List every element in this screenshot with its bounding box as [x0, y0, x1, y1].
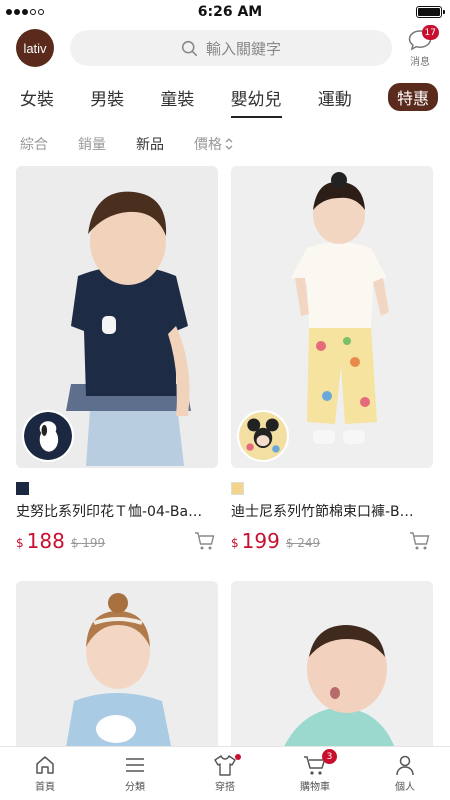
- nav-outfits[interactable]: 穿搭: [195, 754, 255, 793]
- product-card[interactable]: [231, 581, 433, 771]
- sale-price: 188: [26, 529, 65, 553]
- currency-symbol: $: [231, 536, 239, 550]
- nav-profile-label: 個人: [395, 782, 415, 793]
- add-to-cart-icon[interactable]: [194, 531, 216, 551]
- color-swatch[interactable]: [231, 482, 244, 495]
- product-image[interactable]: [231, 166, 433, 468]
- nav-cart[interactable]: 3 購物車: [285, 749, 345, 793]
- user-icon: [396, 755, 414, 776]
- product-image[interactable]: [231, 581, 433, 771]
- app-header: lativ 輸入關鍵字 17 消息: [0, 24, 450, 72]
- original-price: $ 249: [285, 536, 321, 550]
- status-time: 6:26 AM: [197, 4, 263, 20]
- nav-outfits-label: 穿搭: [215, 782, 235, 793]
- tab-men[interactable]: 男裝: [90, 79, 124, 116]
- add-to-cart-icon[interactable]: [409, 531, 431, 551]
- minnie-character-badge: [237, 410, 289, 462]
- baby-in-teal-tee-image: [231, 581, 433, 771]
- sort-arrows-icon: [225, 138, 233, 150]
- product-card[interactable]: [16, 581, 218, 771]
- sort-comprehensive[interactable]: 綜合: [20, 134, 48, 154]
- tab-baby[interactable]: 嬰幼兒: [230, 79, 282, 118]
- tab-sports[interactable]: 運動: [318, 79, 352, 116]
- currency-symbol: $: [16, 536, 24, 550]
- tab-sale[interactable]: 特惠: [387, 83, 438, 111]
- brand-logo[interactable]: lativ: [16, 29, 54, 67]
- shirt-icon: [214, 755, 236, 776]
- sale-price: 199: [241, 529, 280, 553]
- nav-cart-label: 購物車: [300, 782, 330, 793]
- battery-icon: [416, 6, 445, 18]
- product-grid: 史努比系列印花Ｔ恤-04-Ba… $ 188 $ 199 迪士尼系列竹節棉束口褲…: [0, 166, 450, 771]
- cart-count-badge: 3: [322, 749, 337, 764]
- category-tabs: 女裝 男裝 童裝 嬰幼兒 運動 特惠: [0, 72, 450, 122]
- snoopy-character-badge: [22, 410, 74, 462]
- bottom-nav: 首頁 分類 穿搭 3 購物車 個人: [0, 746, 450, 800]
- menu-icon: [126, 758, 144, 772]
- home-icon: [36, 756, 54, 774]
- nav-home-label: 首頁: [35, 782, 55, 793]
- message-count-badge: 17: [421, 25, 439, 40]
- product-card[interactable]: 迪士尼系列竹節棉束口褲-B… $ 199 $ 249: [231, 166, 433, 553]
- product-image[interactable]: [16, 166, 218, 468]
- tab-kids[interactable]: 童裝: [160, 79, 194, 116]
- new-indicator-dot: [235, 754, 241, 760]
- sort-bar: 綜合 銷量 新品 價格: [0, 122, 450, 166]
- status-bar: 6:26 AM: [0, 0, 450, 24]
- price-row: $ 188 $ 199: [16, 529, 218, 553]
- nav-categories[interactable]: 分類: [105, 754, 165, 793]
- product-name[interactable]: 迪士尼系列竹節棉束口褲-B…: [231, 501, 433, 521]
- search-icon: [181, 40, 198, 56]
- product-card[interactable]: 史努比系列印花Ｔ恤-04-Ba… $ 188 $ 199: [16, 166, 218, 553]
- search-bar[interactable]: 輸入關鍵字: [70, 30, 392, 66]
- sort-new[interactable]: 新品: [136, 134, 164, 154]
- nav-home[interactable]: 首頁: [15, 754, 75, 793]
- product-name[interactable]: 史努比系列印花Ｔ恤-04-Ba…: [16, 501, 218, 521]
- tab-women[interactable]: 女裝: [20, 79, 54, 116]
- search-placeholder: 輸入關鍵字: [205, 39, 281, 58]
- original-price: $ 199: [70, 536, 106, 550]
- messages-label: 消息: [410, 57, 430, 68]
- price-row: $ 199 $ 249: [231, 529, 433, 553]
- color-swatch[interactable]: [16, 482, 29, 495]
- sort-sales[interactable]: 銷量: [78, 134, 106, 154]
- signal-icon: [6, 9, 44, 15]
- sort-price[interactable]: 價格: [194, 134, 234, 154]
- nav-profile[interactable]: 個人: [375, 754, 435, 793]
- child-in-blue-tee-image: [16, 581, 218, 771]
- product-image[interactable]: [16, 581, 218, 771]
- nav-categories-label: 分類: [125, 782, 145, 793]
- sort-price-label: 價格: [194, 137, 222, 153]
- messages-button[interactable]: 17 消息: [406, 25, 439, 68]
